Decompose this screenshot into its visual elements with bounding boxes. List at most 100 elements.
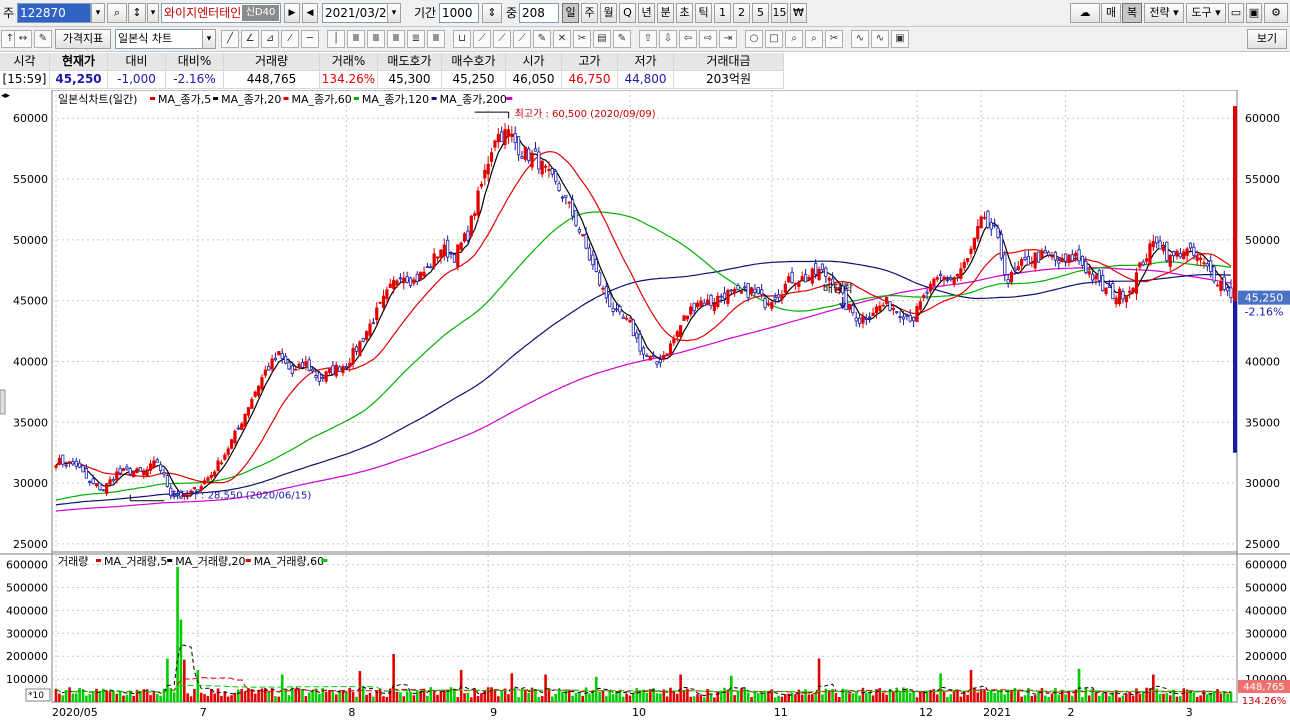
candle[interactable] bbox=[1229, 287, 1233, 299]
candle[interactable] bbox=[878, 305, 882, 311]
volume-bar[interactable] bbox=[767, 692, 770, 702]
candle[interactable] bbox=[1192, 246, 1196, 256]
volume-bar[interactable] bbox=[183, 659, 186, 702]
candle[interactable] bbox=[165, 475, 170, 487]
volume-bar[interactable] bbox=[1114, 690, 1118, 702]
volume-bar[interactable] bbox=[189, 696, 193, 702]
volume-bar[interactable] bbox=[415, 690, 419, 702]
volume-bar[interactable] bbox=[571, 695, 574, 702]
candle[interactable] bbox=[999, 234, 1004, 259]
candle[interactable] bbox=[1182, 251, 1186, 260]
volume-bar[interactable] bbox=[848, 693, 851, 702]
layout-icon[interactable]: ▣ bbox=[891, 30, 909, 48]
volume-bar[interactable] bbox=[689, 696, 693, 702]
candle[interactable] bbox=[625, 317, 629, 320]
volume-bar[interactable] bbox=[240, 689, 244, 702]
volume-bar[interactable] bbox=[645, 692, 649, 702]
candle[interactable] bbox=[354, 346, 359, 352]
candle[interactable] bbox=[402, 277, 406, 284]
volume-bar[interactable] bbox=[628, 695, 632, 702]
candle[interactable] bbox=[1188, 242, 1193, 249]
candle[interactable] bbox=[145, 469, 149, 477]
candle[interactable] bbox=[1009, 272, 1014, 283]
volume-bar[interactable] bbox=[1023, 695, 1027, 702]
candle[interactable] bbox=[121, 468, 126, 472]
candle[interactable] bbox=[500, 131, 504, 143]
candle[interactable] bbox=[868, 316, 872, 319]
volume-bar[interactable] bbox=[277, 696, 281, 702]
candle[interactable] bbox=[928, 283, 933, 292]
timeframe-10[interactable]: 5 bbox=[752, 3, 769, 23]
candle[interactable] bbox=[223, 454, 227, 460]
candle[interactable] bbox=[733, 288, 737, 294]
volume-bar[interactable] bbox=[61, 695, 65, 702]
volume-bar[interactable] bbox=[986, 691, 990, 702]
volume-bar[interactable] bbox=[557, 690, 561, 702]
zoom-out-icon[interactable]: ⌕ bbox=[805, 30, 823, 48]
candle[interactable] bbox=[662, 354, 666, 359]
candle[interactable] bbox=[358, 341, 362, 357]
candle[interactable] bbox=[1067, 254, 1071, 263]
candle[interactable] bbox=[1043, 249, 1047, 254]
candle[interactable] bbox=[1040, 251, 1044, 259]
candle[interactable] bbox=[547, 168, 551, 171]
volume-bar[interactable] bbox=[1033, 695, 1037, 702]
volume-bar[interactable] bbox=[1182, 688, 1186, 702]
candle[interactable] bbox=[148, 463, 153, 471]
candle[interactable] bbox=[1148, 243, 1152, 265]
candle[interactable] bbox=[760, 289, 764, 295]
next-stock-icon[interactable]: ▶ bbox=[284, 3, 300, 23]
volume-bar[interactable] bbox=[659, 693, 662, 702]
candle[interactable] bbox=[135, 468, 139, 473]
date-dropdown-icon[interactable]: ▾ bbox=[387, 3, 401, 23]
delete-icon[interactable]: ✕ bbox=[553, 30, 571, 48]
volume-bar[interactable] bbox=[78, 687, 81, 702]
candle[interactable] bbox=[253, 391, 257, 397]
candle[interactable] bbox=[881, 304, 885, 307]
history-dropdown-icon[interactable]: ▾ bbox=[147, 3, 159, 23]
candle[interactable] bbox=[915, 305, 919, 323]
volume-bar[interactable] bbox=[125, 694, 129, 702]
timeframe-5[interactable]: 분 bbox=[657, 3, 674, 23]
candle[interactable] bbox=[307, 359, 311, 371]
volume-bar[interactable] bbox=[780, 696, 784, 702]
volume-bar[interactable] bbox=[1050, 693, 1054, 702]
volume-bar[interactable] bbox=[351, 692, 355, 702]
candle[interactable] bbox=[810, 268, 814, 284]
candle[interactable] bbox=[621, 316, 625, 319]
volume-bar[interactable] bbox=[814, 692, 817, 702]
candle[interactable] bbox=[793, 282, 798, 285]
candle[interactable] bbox=[726, 289, 730, 304]
candle[interactable] bbox=[294, 368, 298, 371]
volume-bar[interactable] bbox=[149, 695, 152, 702]
candle[interactable] bbox=[695, 302, 700, 308]
candle[interactable] bbox=[601, 287, 605, 290]
volume-bar[interactable] bbox=[270, 688, 274, 702]
volume-bar[interactable] bbox=[159, 695, 162, 702]
volume-bar[interactable] bbox=[226, 696, 230, 702]
volume-bar[interactable] bbox=[699, 694, 703, 702]
line-icon[interactable]: ╱ bbox=[221, 30, 239, 48]
volume-bar[interactable] bbox=[834, 692, 838, 702]
timeframe-6[interactable]: 초 bbox=[676, 3, 693, 23]
candle[interactable] bbox=[395, 280, 399, 286]
view-button[interactable]: 보기 bbox=[1247, 29, 1287, 49]
volume-bar[interactable] bbox=[1108, 696, 1111, 702]
volume-bar[interactable] bbox=[760, 692, 763, 702]
candle[interactable] bbox=[344, 365, 348, 369]
volume-bar[interactable] bbox=[665, 696, 669, 702]
candle[interactable] bbox=[118, 467, 122, 474]
candle[interactable] bbox=[348, 362, 352, 367]
search-icon[interactable]: ⌕ bbox=[107, 3, 127, 23]
candle[interactable] bbox=[287, 362, 291, 370]
volume-bar[interactable] bbox=[68, 687, 71, 702]
volume-bar[interactable] bbox=[966, 694, 969, 702]
candle[interactable] bbox=[1121, 290, 1125, 300]
volume-bar[interactable] bbox=[996, 690, 1000, 702]
candle[interactable] bbox=[719, 295, 723, 298]
volume-bar[interactable] bbox=[1155, 688, 1159, 702]
volume-bar[interactable] bbox=[544, 674, 547, 702]
candle[interactable] bbox=[699, 300, 703, 307]
wave-b-icon[interactable]: ∿ bbox=[871, 30, 889, 48]
candle[interactable] bbox=[270, 358, 274, 370]
